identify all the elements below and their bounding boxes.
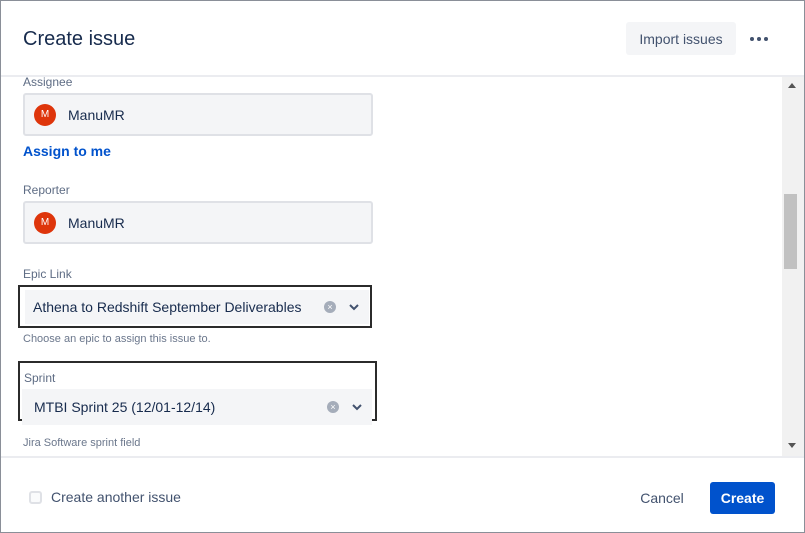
reporter-value: ManuMR — [68, 214, 125, 231]
reporter-label: Reporter — [23, 183, 70, 197]
clear-icon[interactable]: × — [327, 401, 339, 413]
assignee-value: ManuMR — [68, 106, 125, 123]
avatar: M — [34, 103, 56, 126]
create-another-checkbox[interactable] — [29, 491, 42, 504]
create-issue-dialog: Create issue Import issues Assignee M Ma… — [0, 0, 805, 533]
scrollbar-thumb[interactable] — [784, 194, 797, 269]
create-button[interactable]: Create — [710, 482, 775, 514]
epic-link-select[interactable]: Athena to Redshift September Deliverable… — [18, 285, 372, 328]
sprint-select[interactable]: MTBI Sprint 25 (12/01-12/14) × — [22, 389, 372, 425]
avatar: M — [34, 211, 56, 234]
import-issues-button[interactable]: Import issues — [626, 22, 736, 55]
page-title: Create issue — [23, 28, 136, 50]
epic-link-label: Epic Link — [23, 267, 72, 281]
assignee-label: Assignee — [23, 77, 73, 89]
reporter-field[interactable]: M ManuMR — [23, 201, 373, 244]
form-scroll-area[interactable]: Assignee M ManuMR Assign to me Reporter … — [1, 77, 804, 456]
assignee-field[interactable]: M ManuMR — [23, 93, 373, 136]
vertical-scrollbar[interactable] — [782, 77, 804, 456]
dialog-header: Create issue Import issues — [1, 1, 804, 77]
dialog-footer: Create another issue Cancel Create — [1, 456, 804, 532]
sprint-help: Jira Software sprint field — [23, 437, 141, 449]
cancel-button[interactable]: Cancel — [631, 482, 693, 514]
sprint-label: Sprint — [24, 371, 56, 385]
create-another-label[interactable]: Create another issue — [51, 489, 181, 505]
clear-icon[interactable]: × — [324, 301, 336, 313]
epic-link-help: Choose an epic to assign this issue to. — [23, 333, 211, 345]
scroll-down-arrow-icon[interactable] — [788, 443, 796, 448]
chevron-down-icon[interactable] — [349, 302, 359, 312]
sprint-value: MTBI Sprint 25 (12/01-12/14) — [34, 399, 216, 415]
epic-link-value: Athena to Redshift September Deliverable… — [33, 299, 302, 315]
assign-to-me-link[interactable]: Assign to me — [23, 143, 111, 159]
more-options-icon[interactable] — [744, 25, 774, 53]
chevron-down-icon[interactable] — [352, 402, 362, 412]
scroll-up-arrow-icon[interactable] — [788, 83, 796, 88]
sprint-field-group: Sprint MTBI Sprint 25 (12/01-12/14) × — [18, 361, 377, 425]
